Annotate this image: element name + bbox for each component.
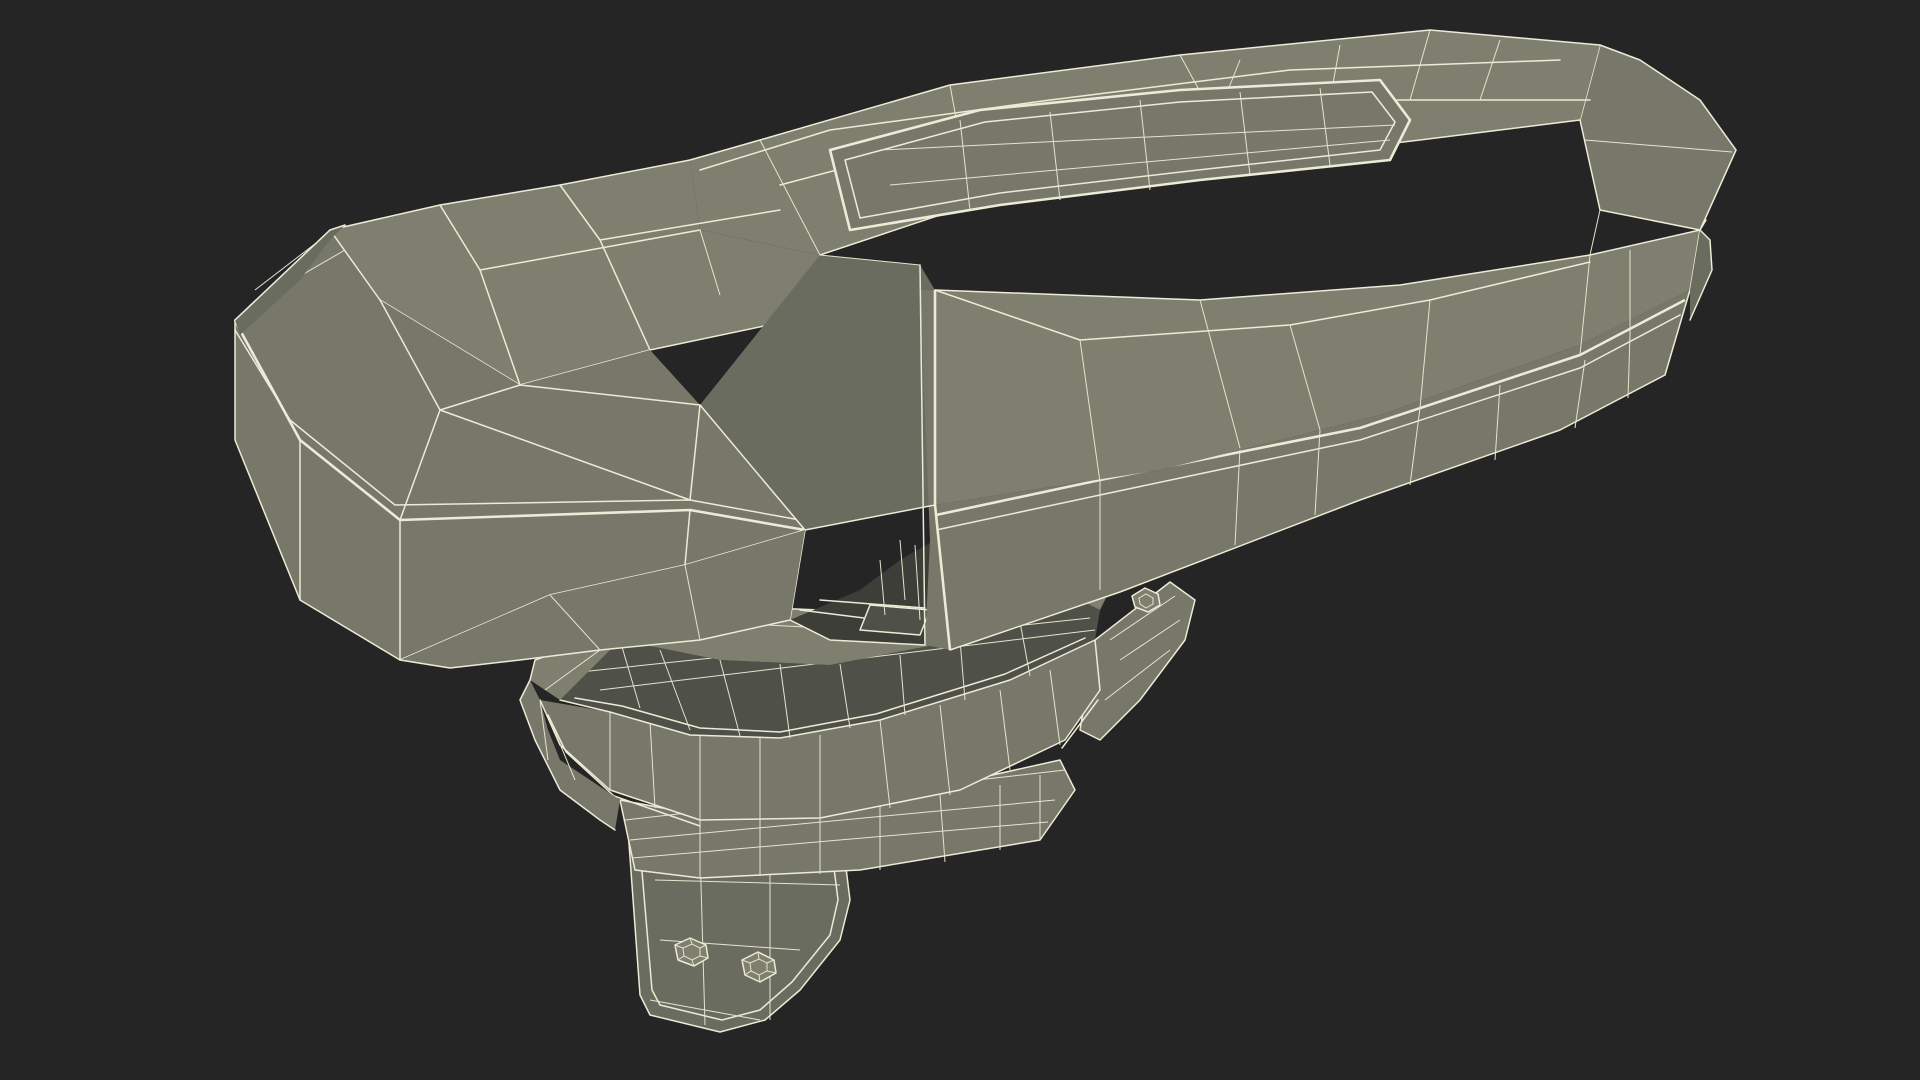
viewport[interactable] (0, 0, 1920, 1080)
housing (233, 29, 1737, 669)
wireframe-model[interactable] (0, 0, 1920, 1080)
housing-underside (789, 539, 940, 646)
